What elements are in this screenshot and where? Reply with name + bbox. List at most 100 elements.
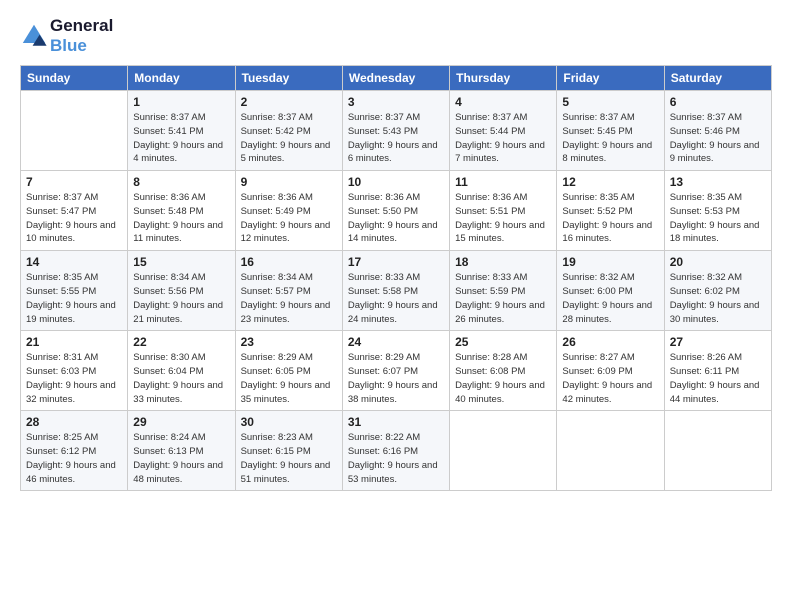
calendar-cell: 11 Sunrise: 8:36 AMSunset: 5:51 PMDaylig… <box>450 171 557 251</box>
calendar-cell: 25 Sunrise: 8:28 AMSunset: 6:08 PMDaylig… <box>450 331 557 411</box>
day-info: Sunrise: 8:35 AMSunset: 5:53 PMDaylight:… <box>670 192 760 244</box>
calendar-table: SundayMondayTuesdayWednesdayThursdayFrid… <box>20 65 772 491</box>
day-number: 31 <box>348 415 444 429</box>
day-info: Sunrise: 8:37 AMSunset: 5:45 PMDaylight:… <box>562 112 652 164</box>
day-info: Sunrise: 8:37 AMSunset: 5:41 PMDaylight:… <box>133 112 223 164</box>
calendar-cell: 27 Sunrise: 8:26 AMSunset: 6:11 PMDaylig… <box>664 331 771 411</box>
day-number: 30 <box>241 415 337 429</box>
day-number: 1 <box>133 95 229 109</box>
logo-icon <box>20 22 48 50</box>
calendar-cell: 14 Sunrise: 8:35 AMSunset: 5:55 PMDaylig… <box>21 251 128 331</box>
day-number: 19 <box>562 255 658 269</box>
day-number: 22 <box>133 335 229 349</box>
day-info: Sunrise: 8:36 AMSunset: 5:49 PMDaylight:… <box>241 192 331 244</box>
day-info: Sunrise: 8:33 AMSunset: 5:59 PMDaylight:… <box>455 272 545 324</box>
calendar-cell: 20 Sunrise: 8:32 AMSunset: 6:02 PMDaylig… <box>664 251 771 331</box>
day-number: 27 <box>670 335 766 349</box>
day-number: 29 <box>133 415 229 429</box>
calendar-cell: 7 Sunrise: 8:37 AMSunset: 5:47 PMDayligh… <box>21 171 128 251</box>
day-number: 4 <box>455 95 551 109</box>
day-info: Sunrise: 8:37 AMSunset: 5:42 PMDaylight:… <box>241 112 331 164</box>
day-info: Sunrise: 8:37 AMSunset: 5:47 PMDaylight:… <box>26 192 116 244</box>
calendar-cell: 10 Sunrise: 8:36 AMSunset: 5:50 PMDaylig… <box>342 171 449 251</box>
day-number: 24 <box>348 335 444 349</box>
calendar-cell: 8 Sunrise: 8:36 AMSunset: 5:48 PMDayligh… <box>128 171 235 251</box>
calendar-cell: 31 Sunrise: 8:22 AMSunset: 6:16 PMDaylig… <box>342 411 449 491</box>
day-info: Sunrise: 8:24 AMSunset: 6:13 PMDaylight:… <box>133 432 223 484</box>
day-number: 9 <box>241 175 337 189</box>
day-number: 12 <box>562 175 658 189</box>
day-number: 18 <box>455 255 551 269</box>
calendar-week: 1 Sunrise: 8:37 AMSunset: 5:41 PMDayligh… <box>21 91 772 171</box>
day-number: 21 <box>26 335 122 349</box>
day-number: 3 <box>348 95 444 109</box>
calendar-cell: 6 Sunrise: 8:37 AMSunset: 5:46 PMDayligh… <box>664 91 771 171</box>
calendar-cell: 2 Sunrise: 8:37 AMSunset: 5:42 PMDayligh… <box>235 91 342 171</box>
calendar-cell: 9 Sunrise: 8:36 AMSunset: 5:49 PMDayligh… <box>235 171 342 251</box>
day-info: Sunrise: 8:25 AMSunset: 6:12 PMDaylight:… <box>26 432 116 484</box>
day-info: Sunrise: 8:36 AMSunset: 5:51 PMDaylight:… <box>455 192 545 244</box>
calendar-cell: 18 Sunrise: 8:33 AMSunset: 5:59 PMDaylig… <box>450 251 557 331</box>
day-info: Sunrise: 8:37 AMSunset: 5:46 PMDaylight:… <box>670 112 760 164</box>
calendar-cell: 1 Sunrise: 8:37 AMSunset: 5:41 PMDayligh… <box>128 91 235 171</box>
calendar-cell: 21 Sunrise: 8:31 AMSunset: 6:03 PMDaylig… <box>21 331 128 411</box>
day-number: 11 <box>455 175 551 189</box>
day-info: Sunrise: 8:30 AMSunset: 6:04 PMDaylight:… <box>133 352 223 404</box>
calendar-cell <box>664 411 771 491</box>
day-info: Sunrise: 8:26 AMSunset: 6:11 PMDaylight:… <box>670 352 760 404</box>
day-number: 15 <box>133 255 229 269</box>
calendar-cell: 15 Sunrise: 8:34 AMSunset: 5:56 PMDaylig… <box>128 251 235 331</box>
day-number: 20 <box>670 255 766 269</box>
day-number: 10 <box>348 175 444 189</box>
calendar-week: 14 Sunrise: 8:35 AMSunset: 5:55 PMDaylig… <box>21 251 772 331</box>
day-info: Sunrise: 8:28 AMSunset: 6:08 PMDaylight:… <box>455 352 545 404</box>
weekday-header: Monday <box>128 66 235 91</box>
day-info: Sunrise: 8:29 AMSunset: 6:07 PMDaylight:… <box>348 352 438 404</box>
calendar-cell: 19 Sunrise: 8:32 AMSunset: 6:00 PMDaylig… <box>557 251 664 331</box>
calendar-week: 7 Sunrise: 8:37 AMSunset: 5:47 PMDayligh… <box>21 171 772 251</box>
day-number: 5 <box>562 95 658 109</box>
day-info: Sunrise: 8:34 AMSunset: 5:56 PMDaylight:… <box>133 272 223 324</box>
weekday-header: Thursday <box>450 66 557 91</box>
day-number: 28 <box>26 415 122 429</box>
day-info: Sunrise: 8:37 AMSunset: 5:44 PMDaylight:… <box>455 112 545 164</box>
day-number: 13 <box>670 175 766 189</box>
day-number: 7 <box>26 175 122 189</box>
day-info: Sunrise: 8:34 AMSunset: 5:57 PMDaylight:… <box>241 272 331 324</box>
day-info: Sunrise: 8:27 AMSunset: 6:09 PMDaylight:… <box>562 352 652 404</box>
logo: General Blue <box>20 16 113 55</box>
day-info: Sunrise: 8:35 AMSunset: 5:52 PMDaylight:… <box>562 192 652 244</box>
day-number: 17 <box>348 255 444 269</box>
calendar-cell: 26 Sunrise: 8:27 AMSunset: 6:09 PMDaylig… <box>557 331 664 411</box>
calendar-cell: 17 Sunrise: 8:33 AMSunset: 5:58 PMDaylig… <box>342 251 449 331</box>
day-number: 23 <box>241 335 337 349</box>
weekday-header: Tuesday <box>235 66 342 91</box>
day-info: Sunrise: 8:22 AMSunset: 6:16 PMDaylight:… <box>348 432 438 484</box>
day-number: 8 <box>133 175 229 189</box>
weekday-header: Friday <box>557 66 664 91</box>
day-info: Sunrise: 8:29 AMSunset: 6:05 PMDaylight:… <box>241 352 331 404</box>
calendar-cell: 12 Sunrise: 8:35 AMSunset: 5:52 PMDaylig… <box>557 171 664 251</box>
day-number: 2 <box>241 95 337 109</box>
calendar-cell: 28 Sunrise: 8:25 AMSunset: 6:12 PMDaylig… <box>21 411 128 491</box>
calendar-cell: 24 Sunrise: 8:29 AMSunset: 6:07 PMDaylig… <box>342 331 449 411</box>
day-info: Sunrise: 8:36 AMSunset: 5:50 PMDaylight:… <box>348 192 438 244</box>
calendar-cell: 29 Sunrise: 8:24 AMSunset: 6:13 PMDaylig… <box>128 411 235 491</box>
day-info: Sunrise: 8:33 AMSunset: 5:58 PMDaylight:… <box>348 272 438 324</box>
header-row: SundayMondayTuesdayWednesdayThursdayFrid… <box>21 66 772 91</box>
weekday-header: Sunday <box>21 66 128 91</box>
day-number: 16 <box>241 255 337 269</box>
calendar-cell <box>557 411 664 491</box>
day-number: 25 <box>455 335 551 349</box>
calendar-cell: 30 Sunrise: 8:23 AMSunset: 6:15 PMDaylig… <box>235 411 342 491</box>
calendar-week: 28 Sunrise: 8:25 AMSunset: 6:12 PMDaylig… <box>21 411 772 491</box>
calendar-week: 21 Sunrise: 8:31 AMSunset: 6:03 PMDaylig… <box>21 331 772 411</box>
calendar-cell: 23 Sunrise: 8:29 AMSunset: 6:05 PMDaylig… <box>235 331 342 411</box>
day-number: 6 <box>670 95 766 109</box>
day-info: Sunrise: 8:23 AMSunset: 6:15 PMDaylight:… <box>241 432 331 484</box>
calendar-cell: 5 Sunrise: 8:37 AMSunset: 5:45 PMDayligh… <box>557 91 664 171</box>
page: General Blue SundayMondayTuesdayWednesda… <box>0 0 792 612</box>
calendar-cell: 13 Sunrise: 8:35 AMSunset: 5:53 PMDaylig… <box>664 171 771 251</box>
day-info: Sunrise: 8:31 AMSunset: 6:03 PMDaylight:… <box>26 352 116 404</box>
day-info: Sunrise: 8:35 AMSunset: 5:55 PMDaylight:… <box>26 272 116 324</box>
